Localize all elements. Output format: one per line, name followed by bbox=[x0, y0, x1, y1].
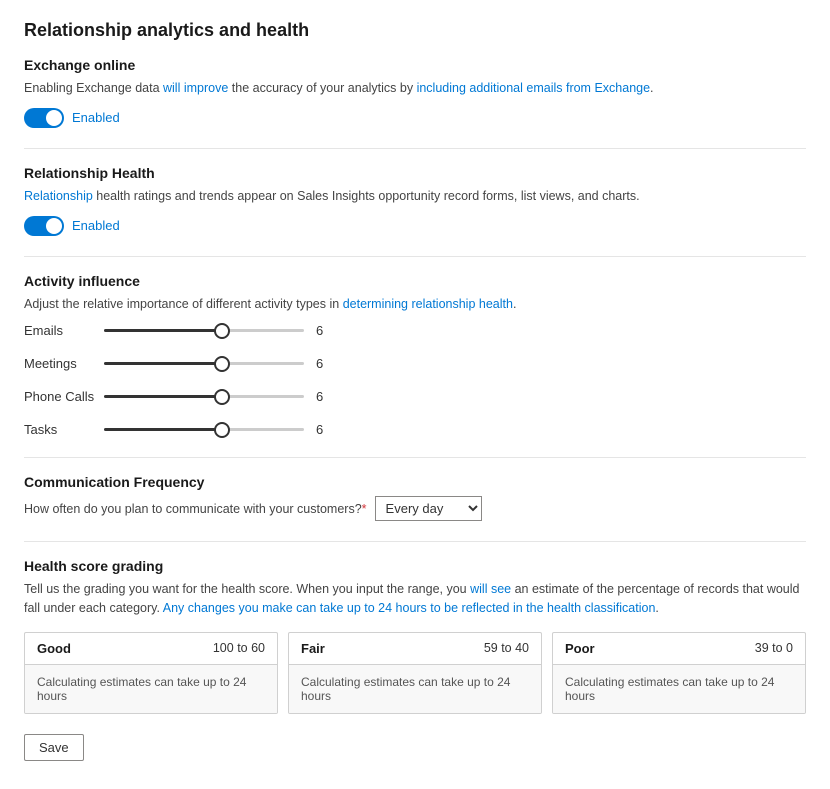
exchange-online-section: Exchange online Enabling Exchange data w… bbox=[24, 57, 806, 128]
divider-4 bbox=[24, 541, 806, 542]
emails-slider-row: Emails 6 bbox=[24, 323, 806, 338]
emails-label: Emails bbox=[24, 323, 104, 338]
exchange-toggle-label: Enabled bbox=[72, 110, 120, 125]
grade-good-body: Calculating estimates can take up to 24 … bbox=[25, 665, 277, 713]
exchange-toggle-row: Enabled bbox=[24, 108, 806, 128]
phone-calls-value: 6 bbox=[316, 389, 328, 404]
relationship-link[interactable]: Relationship bbox=[24, 189, 93, 203]
grade-poor-body: Calculating estimates can take up to 24 … bbox=[553, 665, 805, 713]
communication-frequency-heading: Communication Frequency bbox=[24, 474, 806, 490]
emails-value: 6 bbox=[316, 323, 328, 338]
meetings-label: Meetings bbox=[24, 356, 104, 371]
grade-card-fair-header: Fair 59 to 40 bbox=[289, 633, 541, 665]
grade-poor-title: Poor bbox=[565, 641, 595, 656]
grade-good-title: Good bbox=[37, 641, 71, 656]
page-title: Relationship analytics and health bbox=[24, 20, 806, 41]
exchange-online-description: Enabling Exchange data will improve the … bbox=[24, 79, 806, 98]
communication-frequency-select[interactable]: Every day Every week Every month bbox=[375, 496, 482, 521]
health-score-grading-section: Health score grading Tell us the grading… bbox=[24, 558, 806, 714]
grade-fair-range: 59 to 40 bbox=[484, 641, 529, 655]
communication-frequency-label: How often do you plan to communicate wit… bbox=[24, 502, 367, 516]
grade-fair-title: Fair bbox=[301, 641, 325, 656]
grade-card-fair: Fair 59 to 40 Calculating estimates can … bbox=[288, 632, 542, 714]
relationship-health-description: Relationship health ratings and trends a… bbox=[24, 187, 806, 206]
relationship-health-heading: Relationship Health bbox=[24, 165, 806, 181]
exchange-emails-link[interactable]: including additional emails from Exchang… bbox=[417, 81, 650, 95]
communication-frequency-section: Communication Frequency How often do you… bbox=[24, 474, 806, 521]
phone-calls-slider[interactable] bbox=[104, 395, 304, 398]
any-changes-link: Any changes you make can take up to 24 h… bbox=[163, 601, 656, 615]
divider-1 bbox=[24, 148, 806, 149]
meetings-slider[interactable] bbox=[104, 362, 304, 365]
divider-3 bbox=[24, 457, 806, 458]
grade-card-poor: Poor 39 to 0 Calculating estimates can t… bbox=[552, 632, 806, 714]
will-see-link: will see bbox=[470, 582, 511, 596]
health-score-grading-heading: Health score grading bbox=[24, 558, 806, 574]
tasks-slider-row: Tasks 6 bbox=[24, 422, 806, 437]
tasks-label: Tasks bbox=[24, 422, 104, 437]
grade-card-good: Good 100 to 60 Calculating estimates can… bbox=[24, 632, 278, 714]
communication-frequency-row: How often do you plan to communicate wit… bbox=[24, 496, 806, 521]
exchange-online-heading: Exchange online bbox=[24, 57, 806, 73]
relationship-health-toggle-label: Enabled bbox=[72, 218, 120, 233]
grade-poor-range: 39 to 0 bbox=[755, 641, 793, 655]
relationship-health-section: Relationship Health Relationship health … bbox=[24, 165, 806, 236]
grade-fair-body: Calculating estimates can take up to 24 … bbox=[289, 665, 541, 713]
phone-calls-label: Phone Calls bbox=[24, 389, 104, 404]
tasks-value: 6 bbox=[316, 422, 328, 437]
meetings-slider-row: Meetings 6 bbox=[24, 356, 806, 371]
activity-influence-heading: Activity influence bbox=[24, 273, 806, 289]
exchange-improve-link[interactable]: will improve bbox=[163, 81, 228, 95]
grade-card-good-header: Good 100 to 60 bbox=[25, 633, 277, 665]
relationship-health-toggle-row: Enabled bbox=[24, 216, 806, 236]
determining-health-link[interactable]: determining relationship health bbox=[343, 297, 513, 311]
relationship-health-toggle[interactable] bbox=[24, 216, 64, 236]
tasks-slider[interactable] bbox=[104, 428, 304, 431]
activity-influence-section: Activity influence Adjust the relative i… bbox=[24, 273, 806, 438]
divider-2 bbox=[24, 256, 806, 257]
health-score-grading-description: Tell us the grading you want for the hea… bbox=[24, 580, 806, 618]
save-button[interactable]: Save bbox=[24, 734, 84, 761]
meetings-value: 6 bbox=[316, 356, 328, 371]
grade-good-range: 100 to 60 bbox=[213, 641, 265, 655]
grade-card-poor-header: Poor 39 to 0 bbox=[553, 633, 805, 665]
phone-calls-slider-row: Phone Calls 6 bbox=[24, 389, 806, 404]
grade-cards: Good 100 to 60 Calculating estimates can… bbox=[24, 632, 806, 714]
emails-slider[interactable] bbox=[104, 329, 304, 332]
activity-influence-description: Adjust the relative importance of differ… bbox=[24, 295, 806, 314]
required-star: * bbox=[362, 502, 367, 516]
exchange-toggle[interactable] bbox=[24, 108, 64, 128]
